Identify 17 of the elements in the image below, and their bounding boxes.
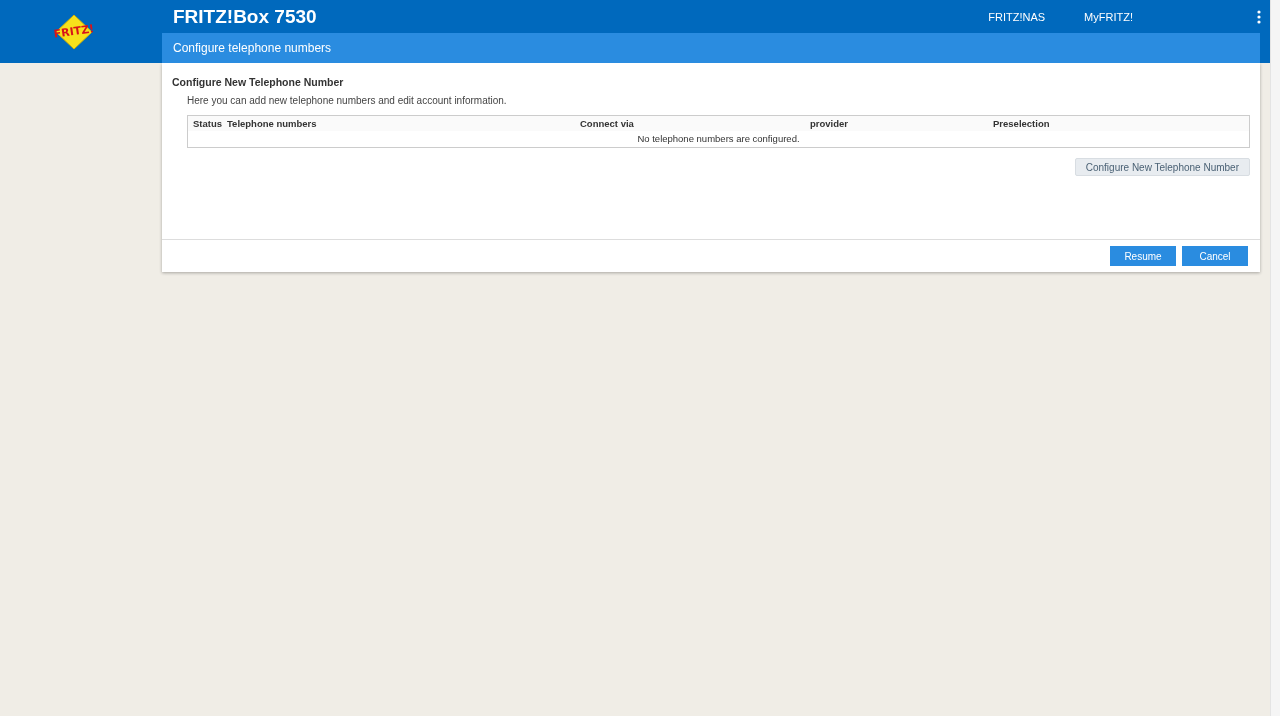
device-title: FRITZ!Box 7530 (173, 5, 317, 28)
column-header: Connect via (580, 118, 635, 129)
configure-number-button[interactable]: Configure New Telephone Number (1074, 158, 1250, 176)
header-link[interactable]: MyFRITZ! (1084, 10, 1133, 23)
footer-button[interactable]: Cancel (1182, 246, 1248, 266)
scrollbar[interactable] (1270, 0, 1280, 716)
column-header: Status (193, 118, 224, 129)
footer-button[interactable]: Resume (1110, 246, 1176, 266)
empty-table-message: No telephone numbers are configured. (636, 132, 801, 146)
section-description: Here you can add new telephone numbers and edit account information. (187, 95, 508, 106)
column-header: provider (810, 118, 849, 129)
header-link[interactable]: FRITZ!NAS (988, 10, 1046, 23)
section-heading: Configure New Telephone Number (172, 76, 345, 88)
column-header: Telephone numbers (227, 118, 318, 129)
column-header: Preselection (993, 118, 1050, 129)
page-title: Configure telephone numbers (173, 41, 332, 55)
menu-icon[interactable] (1257, 9, 1261, 24)
